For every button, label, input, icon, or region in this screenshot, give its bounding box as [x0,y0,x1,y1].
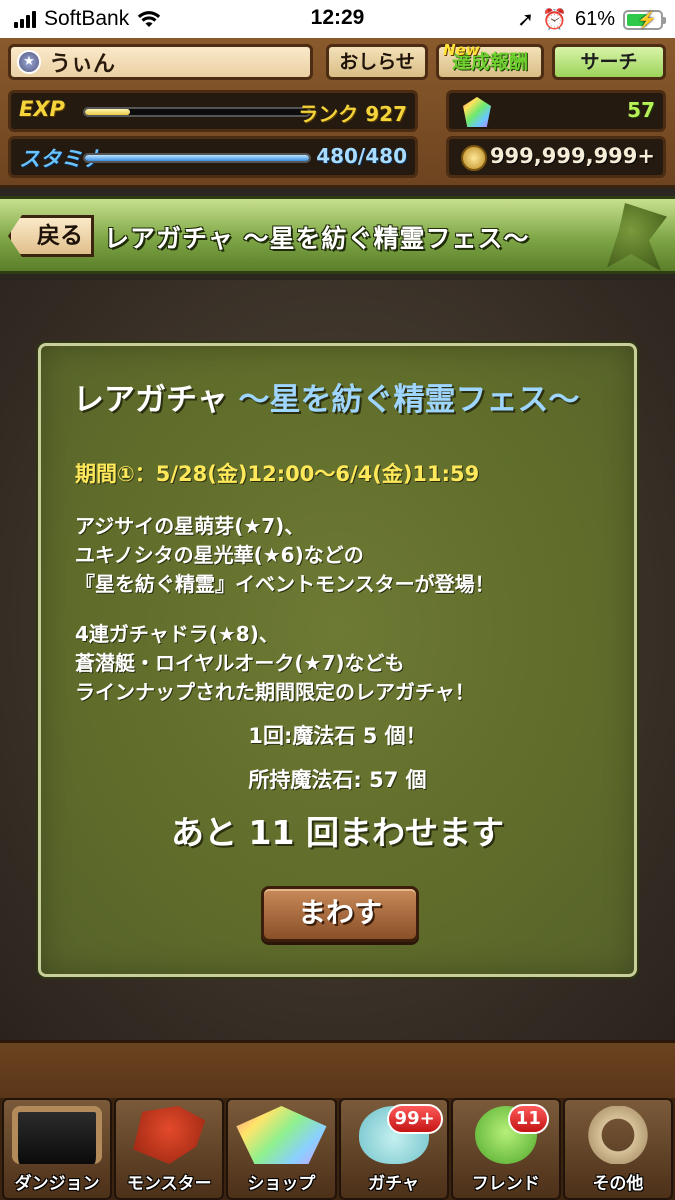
monster-dragon-icon [133,1106,206,1164]
dragon-wing-icon [607,203,667,271]
nav-label: モンスター [126,1174,212,1194]
nav-label: ショップ [247,1174,316,1194]
magic-stone-icon [463,97,491,127]
stamina-bar [83,153,311,163]
question-mark-icon [572,1106,664,1164]
remaining-rolls: あと 11 回まわせます [171,813,504,852]
nav-other[interactable]: その他 [562,1098,674,1200]
exp-bar [83,107,311,117]
spin-button[interactable]: まわす [261,886,419,942]
back-button[interactable]: 戻る [8,215,94,257]
shop-gem-icon [236,1106,327,1164]
coin-panel: 999,999,999+ [446,136,666,178]
search-button[interactable]: サーチ [552,44,666,80]
alarm-clock-icon: ⏰ [542,9,567,31]
description-line: 4連ガチャドラ(★8)、 [75,622,279,646]
battery-icon: ⚡ [623,9,666,30]
magic-stone-panel[interactable]: 57 [446,90,666,132]
stamina-bar-fill [85,155,309,161]
nav-label: その他 [592,1174,644,1194]
friend-count-badge: 11 [507,1104,549,1134]
status-bar: SoftBank 12:29 ➚ ⏰ 61% ⚡ [0,0,675,38]
panel-title-accent: ～星を紡ぐ精霊フェス～ [238,382,580,418]
gacha-info-panel: レアガチャ ～星を紡ぐ精霊フェス～ 期間①：5/28(金)12:00～6/4(金… [38,343,637,977]
gacha-count-badge: 99+ [386,1104,443,1134]
nav-label: フレンド [471,1174,540,1194]
exp-bar-fill [85,109,130,115]
banner-title: レアガチャ ～星を紡ぐ精霊フェス～ [104,224,530,253]
nav-monster[interactable]: モンスター [114,1098,225,1200]
stamina-value: 480/480 [316,144,407,168]
new-badge: New [443,41,480,59]
battery-percent: 61% [574,8,615,30]
magic-stone-count: 57 [627,98,655,122]
rank-value: ランク 927 [298,102,407,126]
news-button[interactable]: おしらせ [326,44,428,80]
owned-stones: 所持魔法石: 57 個 [248,768,427,792]
event-period: 期間①：5/28(金)12:00～6/4(金)11:59 [75,462,480,486]
game-header: ★ うぃん おしらせ New 達成報酬 サーチ EXP ランク 927 スタミナ… [0,38,675,188]
nav-friend[interactable]: 11 フレンド [450,1098,561,1200]
exp-label: EXP [19,97,65,121]
nav-shop[interactable]: ショップ [226,1098,337,1200]
bottom-divider [0,1040,675,1098]
player-name-box[interactable]: ★ うぃん [8,44,313,80]
cost-per-roll: 1回:魔法石 5 個！ [248,724,427,748]
description-block-1: アジサイの星萌芽(★7)、 ユキノシタの星光華(★6)などの 『星を紡ぐ精霊』イ… [75,512,495,599]
panel-title: レアガチャ ～星を紡ぐ精霊フェス～ [73,374,580,419]
location-arrow-icon: ➚ [517,9,535,31]
description-line: ユキノシタの星光華(★6)などの [75,543,364,567]
bottom-nav: ダンジョン モンスター ショップ 99+ ガチャ 11 フレンド その他 [0,1098,675,1200]
panel-title-main: レアガチャ [73,382,228,418]
nav-dungeon[interactable]: ダンジョン [2,1098,113,1200]
coin-icon [461,145,487,171]
nav-label: ガチャ [368,1174,420,1194]
description-line: アジサイの星萌芽(★7)、 [75,514,305,538]
player-rank-badge-icon: ★ [17,50,41,74]
dungeon-gate-icon [12,1106,103,1164]
charging-bolt-icon: ⚡ [637,11,657,29]
title-banner: 戻る レアガチャ ～星を紡ぐ精霊フェス～ [0,196,675,274]
exp-panel: EXP ランク 927 [8,90,418,132]
status-right: ➚ ⏰ 61% ⚡ [517,7,666,32]
nav-gacha[interactable]: 99+ ガチャ [338,1098,449,1200]
stamina-panel: スタミナ 480/480 [8,136,418,178]
description-line: ラインナップされた期間限定のレアガチャ！ [75,680,475,704]
player-name: うぃん [49,52,116,77]
description-line: 『星を紡ぐ精霊』イベントモンスターが登場！ [75,572,495,596]
description-line: 蒼潜艇・ロイヤルオーク(★7)なども [75,651,405,675]
description-block-2: 4連ガチャドラ(★8)、 蒼潜艇・ロイヤルオーク(★7)なども ラインナップされ… [75,620,475,707]
coin-value: 999,999,999+ [489,144,655,168]
nav-label: ダンジョン [14,1174,100,1194]
achievements-button[interactable]: New 達成報酬 [436,41,544,80]
